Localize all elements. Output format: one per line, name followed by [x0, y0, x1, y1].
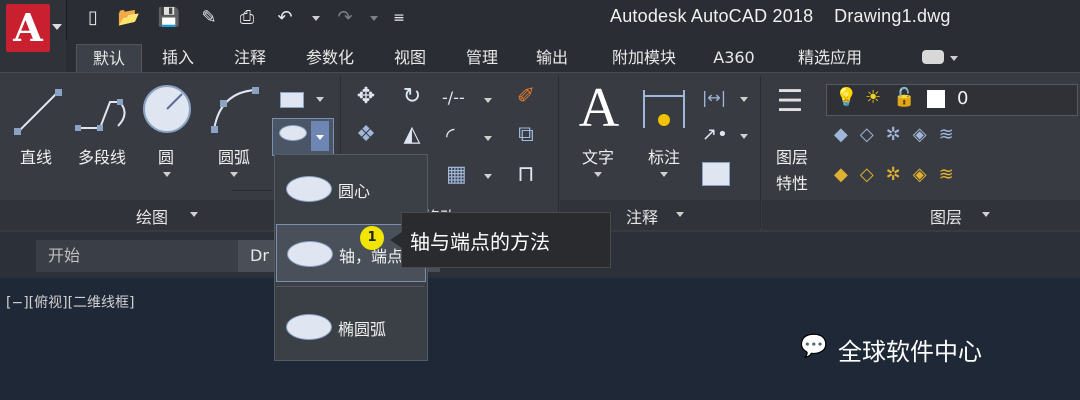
layer-tools-row-2[interactable]: ◆◇✲◈≋ — [834, 164, 1074, 190]
tab-home[interactable]: 默认 — [76, 44, 142, 73]
ellipse-icon — [279, 125, 307, 141]
arc-dropdown-icon[interactable] — [230, 172, 238, 177]
tab-addins[interactable]: 附加模块 — [594, 44, 694, 72]
redo-icon[interactable]: ↷ — [332, 6, 358, 30]
trim-dropdown-icon[interactable] — [484, 98, 492, 103]
draw-panel-title[interactable]: 绘图 — [136, 204, 168, 227]
ellipse-tool-button[interactable] — [272, 118, 334, 156]
ellipse-menu-item-arc[interactable]: 椭圆弧 — [276, 298, 424, 354]
trim-icon[interactable]: -/-- — [442, 88, 476, 110]
sun-icon: ☀ — [865, 87, 882, 108]
wechat-icon: 💬 — [800, 334, 828, 359]
color-swatch — [927, 90, 945, 108]
tab-output[interactable]: 输出 — [522, 44, 582, 72]
polyline-tool-label[interactable]: 多段线 — [70, 144, 134, 168]
autocad-logo-icon: A — [6, 4, 50, 52]
tab-annotate[interactable]: 注释 — [220, 44, 280, 72]
rectangle-dropdown-icon[interactable] — [316, 97, 324, 102]
application-menu-button[interactable]: A — [0, 0, 67, 72]
watermark-text: 全球软件中心 — [838, 338, 982, 366]
new-file-icon[interactable]: ▯ — [80, 6, 106, 30]
linear-dimension-dropdown-icon[interactable] — [740, 97, 748, 102]
linear-dimension-icon[interactable]: |↔| — [702, 88, 732, 110]
dimension-dropdown-icon[interactable] — [660, 172, 668, 177]
chevron-down-icon — [316, 135, 324, 140]
open-folder-icon[interactable]: 📂 — [116, 6, 142, 30]
explode-icon[interactable]: ⧉ — [512, 122, 540, 150]
panel-divider — [232, 190, 272, 191]
layer-dropdown[interactable]: 💡 ☀ 🔓 0 — [826, 84, 1078, 116]
customize-toolbar-icon[interactable]: ≡ — [386, 6, 412, 30]
layers-panel-footer — [762, 200, 1080, 230]
rectangle-tool-icon[interactable] — [280, 92, 304, 108]
dimension-tool-icon[interactable] — [640, 84, 690, 134]
ellipse-menu-item-center[interactable]: 圆心 — [276, 160, 424, 216]
table-icon[interactable] — [702, 162, 730, 186]
text-tool-label[interactable]: 文字 — [576, 144, 620, 168]
layer-name: 0 — [957, 88, 969, 109]
window-title: Autodesk AutoCAD 2018 Drawing1.dwg — [610, 6, 951, 26]
panel-divider — [558, 76, 559, 228]
offset-icon[interactable]: ⊓ — [512, 162, 540, 190]
print-icon[interactable]: ⎙ — [234, 6, 260, 30]
line-tool-icon[interactable] — [10, 84, 66, 140]
tooltip-pointer — [390, 232, 402, 248]
leader-dropdown-icon[interactable] — [740, 134, 748, 139]
save-as-icon[interactable]: ✎ — [196, 6, 222, 30]
rotate-icon[interactable]: ↻ — [398, 84, 426, 112]
layer-properties-label-1[interactable]: 图层 — [770, 144, 814, 168]
array-icon[interactable]: ▦ — [446, 162, 474, 190]
layer-properties-label-2[interactable]: 特性 — [770, 170, 814, 194]
viewport-controls[interactable]: [−][俯视][二维线框] — [6, 292, 135, 312]
line-tool-label[interactable]: 直线 — [14, 144, 58, 168]
circle-tool-label[interactable]: 圆 — [150, 144, 182, 168]
tab-parametric[interactable]: 参数化 — [290, 44, 370, 72]
step-badge: 1 — [360, 226, 384, 250]
start-tab[interactable]: 开始 — [36, 240, 238, 272]
tab-a360[interactable]: A360 — [704, 44, 764, 72]
elliptical-arc-icon — [286, 314, 332, 340]
undo-dropdown-icon[interactable] — [312, 16, 320, 21]
layer-tools-row-1[interactable]: ◆◇✲◈≋ — [834, 124, 1074, 150]
tab-view[interactable]: 视图 — [380, 44, 440, 72]
polyline-tool-icon[interactable] — [72, 84, 132, 140]
layer-properties-icon[interactable]: ☰ — [770, 84, 810, 136]
dimension-tool-label[interactable]: 标注 — [642, 144, 686, 168]
save-icon[interactable]: 💾 — [156, 6, 182, 30]
annotation-panel-title[interactable]: 注释 — [626, 204, 658, 227]
tab-manage[interactable]: 管理 — [452, 44, 512, 72]
circle-tool-icon[interactable] — [140, 82, 196, 138]
tooltip-text: 轴与端点的方法 — [410, 230, 550, 254]
redo-dropdown-icon[interactable] — [370, 16, 378, 21]
draw-panel-expand-icon[interactable] — [190, 212, 198, 217]
ribbon-display-icon[interactable] — [922, 50, 944, 64]
panel-divider — [760, 76, 761, 228]
annotation-panel-expand-icon[interactable] — [676, 212, 684, 217]
move-icon[interactable]: ✥ — [352, 84, 380, 112]
undo-icon[interactable]: ↶ — [272, 6, 298, 30]
chevron-down-icon — [52, 24, 62, 30]
tab-insert[interactable]: 插入 — [148, 44, 208, 72]
layers-panel-title[interactable]: 图层 — [930, 204, 962, 227]
arc-tool-icon[interactable] — [206, 82, 262, 138]
ellipse-center-icon — [286, 176, 332, 202]
circle-dropdown-icon[interactable] — [163, 172, 171, 177]
layers-panel-expand-icon[interactable] — [982, 212, 990, 217]
fillet-dropdown-icon[interactable] — [484, 136, 492, 141]
array-dropdown-icon[interactable] — [484, 174, 492, 179]
text-tool-icon[interactable]: A — [574, 78, 624, 138]
unlock-icon: 🔓 — [893, 87, 916, 108]
mirror-icon[interactable]: ◭ — [398, 122, 426, 150]
menu-separator — [276, 286, 424, 287]
copy-icon[interactable]: ❖ — [352, 122, 380, 150]
lightbulb-icon: 💡 — [835, 87, 858, 108]
ellipse-axis-end-icon — [287, 241, 333, 267]
ribbon-display-dropdown-icon[interactable] — [950, 56, 958, 61]
tab-featured-apps[interactable]: 精选应用 — [780, 44, 880, 72]
erase-icon[interactable]: ✐ — [512, 84, 540, 112]
fillet-icon[interactable]: ◜ — [446, 124, 474, 152]
text-dropdown-icon[interactable] — [594, 172, 602, 177]
leader-icon[interactable]: ↗• — [702, 124, 732, 146]
arc-tool-label[interactable]: 圆弧 — [212, 144, 256, 168]
